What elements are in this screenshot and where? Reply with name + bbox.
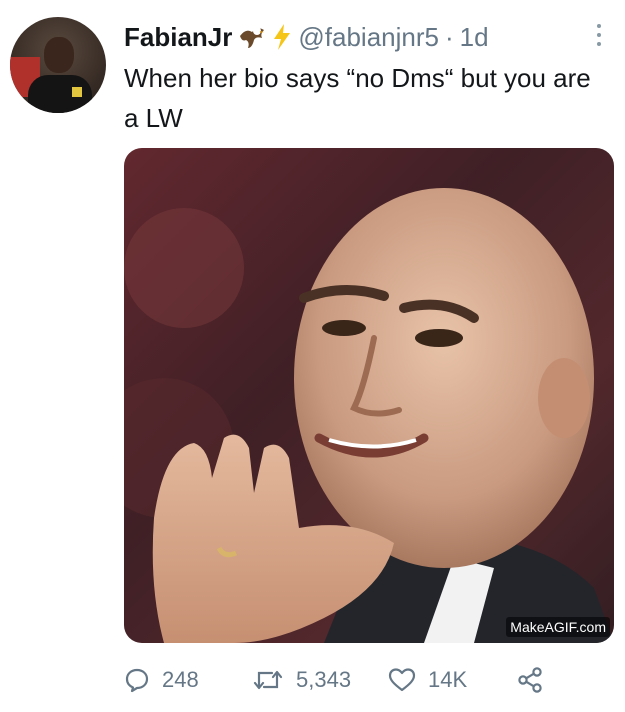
share-button[interactable] [516,666,544,694]
retweet-count: 5,343 [296,667,352,692]
tweet-actions: 248 5,343 14K [124,662,544,698]
heart-icon [388,667,416,693]
display-name[interactable]: FabianJr [124,22,232,53]
tweet-media-gif[interactable]: MakeAGIF.com [124,148,614,643]
share-icon [516,666,544,694]
like-button[interactable]: 14K [388,667,516,693]
like-count: 14K [428,667,468,692]
separator-dot: · [444,21,454,52]
user-handle[interactable]: @fabianjnr5 [298,22,439,53]
avatar[interactable] [10,17,106,113]
tweet-timestamp[interactable]: 1d [460,22,489,53]
reply-icon [124,667,150,693]
tweet-text: When her bio says “no Dms“ but you are a… [124,63,591,133]
more-options-icon[interactable] [590,18,608,52]
reply-button[interactable]: 248 [124,667,252,693]
reply-count: 248 [162,667,199,692]
avatar-badge [72,87,82,97]
avatar-shirt [28,75,92,113]
retweet-icon [252,667,284,693]
tweet-header: FabianJr @fabianjnr5 · 1d [124,20,489,54]
gif-watermark: MakeAGIF.com [506,617,610,637]
retweet-button[interactable]: 5,343 [252,667,388,693]
eagle-icon [238,24,266,50]
top-crop [0,0,625,6]
avatar-face [44,37,74,73]
lightning-icon [272,23,292,51]
